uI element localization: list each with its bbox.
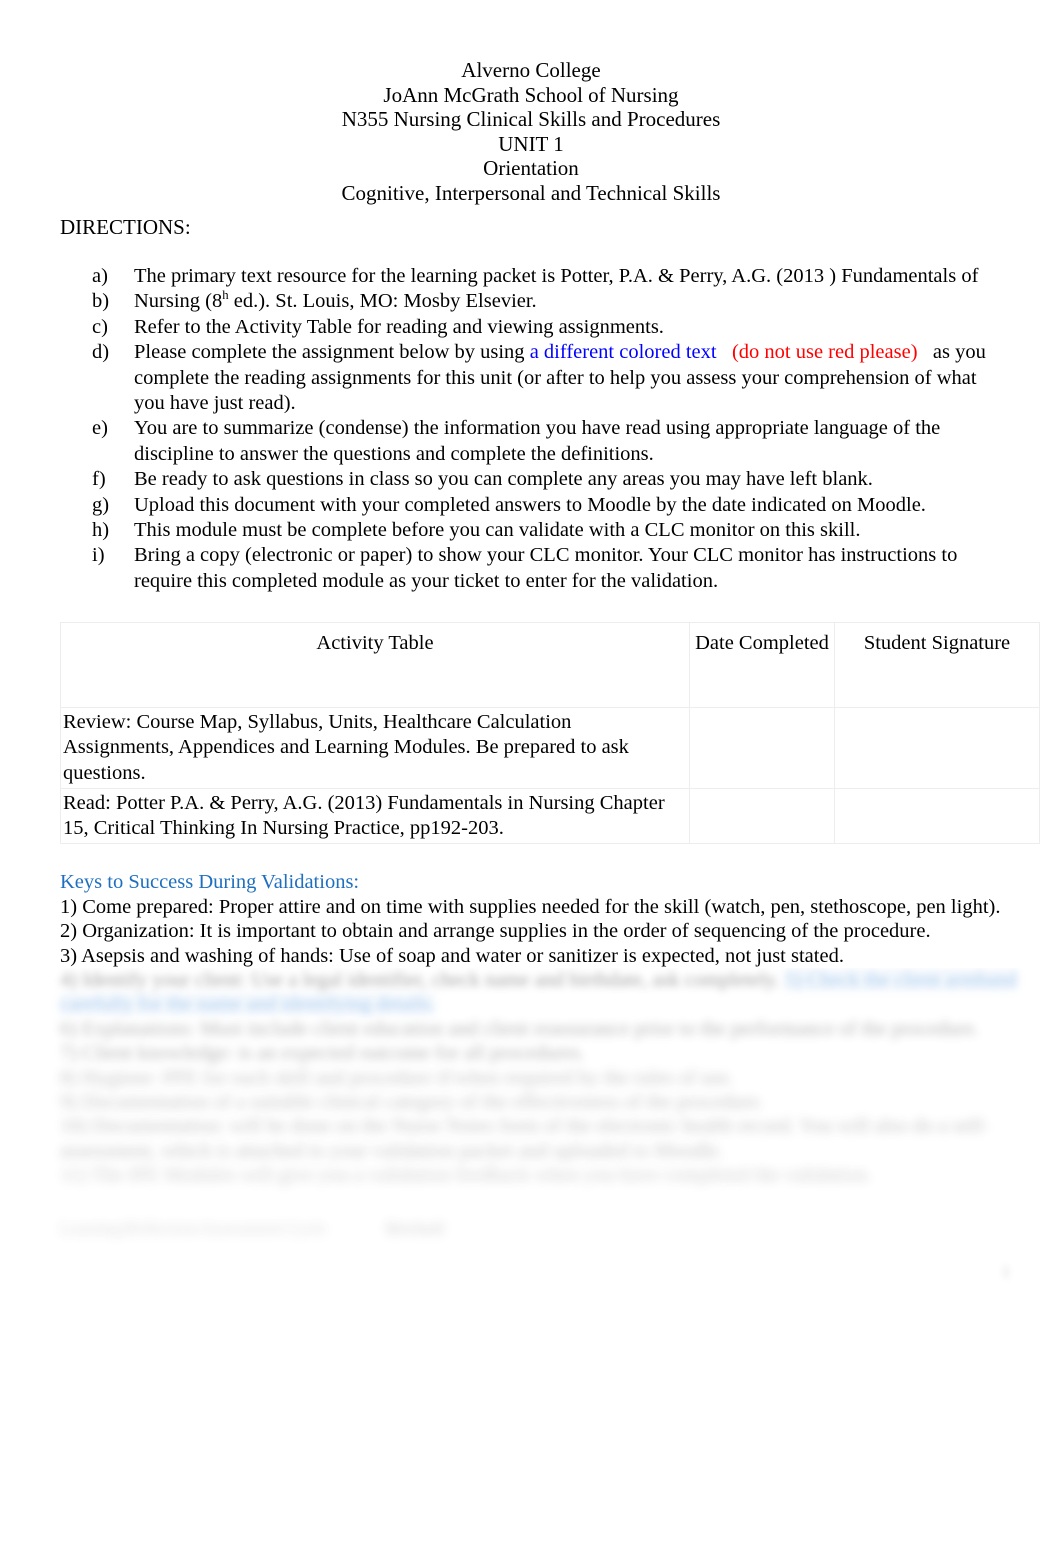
directions-item-i: i) Bring a copy (electronic or paper) to…: [92, 543, 1010, 594]
column-header-date-completed: Date Completed: [689, 622, 835, 709]
date-completed-cell-review[interactable]: [689, 707, 835, 789]
obscured-line-7-text: 7) Client knowledge: is an expected outc…: [60, 1042, 585, 1065]
obscured-tail-text: 4) Identify your client: Use a legal ide…: [0, 968, 1062, 1240]
activity-table-head: Activity Table Date Completed Student Si…: [60, 622, 1040, 709]
obscured-line-7: 7) Client knowledge: is an expected outc…: [60, 1041, 1022, 1065]
date-completed-cell-read[interactable]: [689, 787, 835, 845]
directions-text-e: You are to summarize (condense) the info…: [134, 417, 941, 465]
table-row: Read: Potter P.A. & Perry, A.G. (2013) F…: [60, 787, 1040, 845]
header-line-unit: UNIT 1: [498, 131, 564, 156]
document-header: Alverno College JoAnn McGrath School of …: [0, 0, 1062, 205]
obscured-line-6-text: 6) Explanations: Must include client edu…: [60, 1017, 979, 1040]
keys-item-2: 2) Organization: It is important to obta…: [60, 920, 931, 943]
directions-item-c: c) Refer to the Activity Table for readi…: [92, 315, 1010, 340]
obscured-line-11-text: 11) The IPE Modules will give you a vali…: [60, 1164, 872, 1187]
obscured-line-4: 4) Identify your client: Use a legal ide…: [60, 968, 1022, 1017]
keys-item-3: 3) Asepsis and washing of hands: Use of …: [60, 944, 844, 967]
keys-to-success-heading: Keys to Success During Validations:: [60, 871, 360, 894]
obscured-line-8: 8) Hygiene: PPE for each skill and proce…: [60, 1066, 1022, 1090]
directions-marker-c: c): [92, 315, 108, 338]
header-line-college: Alverno College: [461, 58, 601, 82]
no-red-warning: (do not use red please): [731, 341, 918, 364]
obscured-line-9-text: 9) Documentation of a suitable clinical …: [60, 1091, 764, 1114]
footer-left-text: Learning/Reflection/Assessment Cycle: [60, 1218, 326, 1238]
directions-marker-b: b): [92, 290, 110, 313]
directions-list: a) The primary text resource for the lea…: [0, 264, 1062, 594]
directions-item-g: g) Upload this document with your comple…: [92, 493, 1010, 518]
footer-right-text: Revised: [386, 1218, 443, 1238]
obscured-tail-region: 4) Identify your client: Use a legal ide…: [0, 968, 1062, 1348]
keys-item-1: 1) Come prepared: Proper attire and on t…: [60, 895, 1001, 918]
activity-table-body: Review: Course Map, Syllabus, Units, Hea…: [60, 707, 1040, 845]
obscured-line-11: 11) The IPE Modules will give you a vali…: [60, 1163, 1022, 1187]
directions-marker-g: g): [92, 493, 110, 516]
column-header-student-signature: Student Signature: [834, 622, 1040, 709]
directions-item-h: h) This module must be complete before y…: [92, 518, 1010, 543]
student-signature-cell-review[interactable]: [834, 707, 1040, 789]
directions-item-e: e) You are to summarize (condense) the i…: [92, 416, 1010, 467]
activity-table-header-row: Activity Table Date Completed Student Si…: [60, 622, 1040, 709]
directions-text-b-after: ed.). St. Louis, MO: Mosby Elsevier.: [228, 290, 537, 313]
header-line-school: JoAnn McGrath School of Nursing: [383, 82, 679, 107]
obscured-line-10: 10) Documentation: will be done on the N…: [60, 1114, 1022, 1163]
directions-text-i: Bring a copy (electronic or paper) to sh…: [134, 544, 958, 592]
directions-marker-i: i): [92, 544, 105, 567]
directions-text-d-before: Please complete the assignment below by …: [134, 341, 530, 364]
student-signature-cell-read[interactable]: [834, 787, 1040, 845]
activity-table-wrapper: Activity Table Date Completed Student Si…: [0, 622, 1062, 845]
obscured-line-6: 6) Explanations: Must include client edu…: [60, 1017, 1022, 1041]
activity-cell-review: Review: Course Map, Syllabus, Units, Hea…: [60, 707, 690, 789]
directions-item-a: a) The primary text resource for the lea…: [92, 264, 1010, 289]
directions-text-a: The primary text resource for the learni…: [134, 265, 979, 287]
directions-text-g: Upload this document with your completed…: [134, 493, 926, 516]
header-line-orientation: Orientation: [483, 156, 579, 180]
obscured-line-9: 9) Documentation of a suitable clinical …: [60, 1090, 1022, 1114]
table-row: Review: Course Map, Syllabus, Units, Hea…: [60, 707, 1040, 789]
directions-marker-h: h): [92, 519, 110, 542]
obscured-line-10-text: 10) Documentation: will be done on the N…: [60, 1115, 990, 1162]
activity-cell-read: Read: Potter P.A. & Perry, A.G. (2013) F…: [60, 787, 690, 845]
directions-item-b: b) Nursing (8h ed.). St. Louis, MO: Mosb…: [92, 289, 1010, 314]
directions-marker-f: f): [92, 468, 106, 491]
directions-marker-a: a): [92, 265, 108, 287]
obscured-line-4-text: 4) Identify your client: Use a legal ide…: [60, 969, 780, 991]
document-page: Alverno College JoAnn McGrath School of …: [0, 0, 1062, 1561]
header-line-course: N355 Nursing Clinical Skills and Procedu…: [341, 107, 721, 131]
keys-to-success-section: Keys to Success During Validations: 1) C…: [0, 870, 1062, 968]
column-header-activity: Activity Table: [60, 622, 690, 709]
directions-text-c: Refer to the Activity Table for reading …: [134, 315, 664, 338]
directions-item-d: d) Please complete the assignment below …: [92, 340, 1010, 416]
document-footer: Learning/Reflection/Assessment Cycle Rev…: [60, 1218, 1022, 1240]
directions-text-h: This module must be complete before you …: [134, 519, 861, 542]
obscured-line-8-text: 8) Hygiene: PPE for each skill and proce…: [60, 1066, 734, 1089]
colored-text-instruction: a different colored text: [529, 341, 717, 364]
page-number: 1: [1002, 1264, 1010, 1281]
directions-label: DIRECTIONS:: [60, 215, 191, 239]
directions-text-b-before: Nursing (8: [134, 290, 223, 313]
directions-marker-e: e): [92, 417, 108, 440]
activity-table: Activity Table Date Completed Student Si…: [60, 622, 1040, 845]
directions-text-f: Be ready to ask questions in class so yo…: [134, 468, 873, 491]
directions-item-f: f) Be ready to ask questions in class so…: [92, 467, 1010, 492]
header-line-skills: Cognitive, Interpersonal and Technical S…: [341, 180, 721, 205]
directions-marker-d: d): [92, 341, 110, 364]
